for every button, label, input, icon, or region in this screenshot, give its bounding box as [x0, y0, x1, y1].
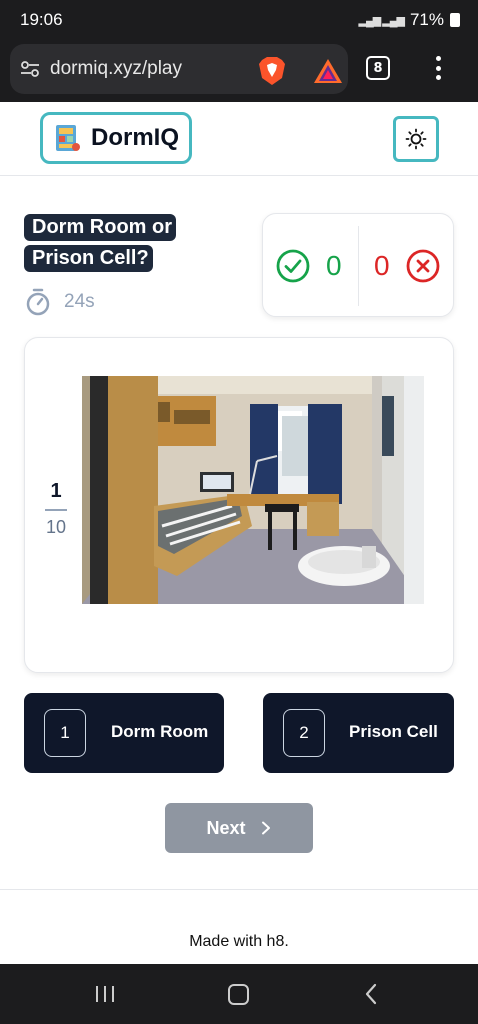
check-circle-icon	[276, 249, 310, 283]
next-button[interactable]: Next	[165, 803, 313, 853]
answer-label: Dorm Room	[111, 722, 209, 741]
battery-icon	[450, 13, 460, 27]
question-title: Dorm Room or Prison Cell?	[24, 212, 234, 274]
browser-toolbar: dormiq.xyz/play 8	[0, 40, 478, 102]
logo-icon	[56, 125, 80, 151]
question-title-text: Dorm Room or Prison Cell?	[24, 214, 176, 272]
status-indicators: ▂▄▆ ▂▄▆ 71%	[358, 10, 460, 30]
logo-link[interactable]: DormIQ	[40, 112, 192, 164]
sun-icon	[405, 128, 427, 150]
key-badge: 2	[283, 709, 325, 757]
tabs-button[interactable]: 8	[366, 56, 390, 80]
brave-rewards-icon[interactable]	[313, 58, 343, 84]
next-label: Next	[206, 817, 246, 838]
home-icon[interactable]	[228, 984, 249, 1005]
footer-divider	[0, 889, 478, 890]
stopwatch-icon	[26, 288, 50, 316]
chevron-right-icon	[261, 821, 270, 835]
timer: 24s	[24, 287, 95, 317]
answer-prison-cell-button[interactable]: 2 Prison Cell	[263, 693, 454, 773]
progress-current: 1	[50, 480, 62, 502]
score-card: 0 0	[262, 213, 454, 317]
score-divider	[358, 226, 359, 306]
answer-dorm-room-button[interactable]: 1 Dorm Room	[24, 693, 224, 773]
x-circle-icon	[406, 249, 440, 283]
correct-count: 0	[326, 250, 342, 281]
back-icon[interactable]	[364, 983, 378, 1005]
key-badge: 1	[44, 709, 86, 757]
question-progress: 1 10	[43, 480, 69, 538]
brave-shields-icon[interactable]	[258, 56, 286, 86]
site-settings-icon[interactable]	[20, 59, 40, 79]
url-text[interactable]: dormiq.xyz/play	[50, 58, 182, 80]
browser-menu-icon[interactable]	[428, 54, 448, 82]
footer-text: Made with h8.	[189, 933, 289, 950]
theme-toggle-button[interactable]	[393, 116, 439, 162]
answer-label: Prison Cell	[349, 722, 438, 741]
wrong-count: 0	[374, 250, 390, 281]
timer-value: 24s	[64, 291, 95, 312]
progress-divider	[45, 509, 67, 511]
battery-percent: 71%	[409, 10, 444, 29]
status-time: 19:06	[20, 10, 63, 29]
progress-total: 10	[45, 517, 67, 537]
address-bar[interactable]: dormiq.xyz/play	[10, 44, 348, 94]
android-nav-bar	[0, 964, 478, 1024]
app-header: DormIQ	[0, 102, 478, 176]
image-card: 1 10	[24, 337, 454, 673]
room-photo	[82, 376, 424, 604]
status-bar: 19:06 ▂▄▆ ▂▄▆ 71%	[0, 0, 478, 40]
app-name: DormIQ	[91, 124, 180, 151]
signal-icon: ▂▄▆ ▂▄▆	[358, 14, 404, 27]
recents-icon[interactable]	[94, 984, 116, 1004]
